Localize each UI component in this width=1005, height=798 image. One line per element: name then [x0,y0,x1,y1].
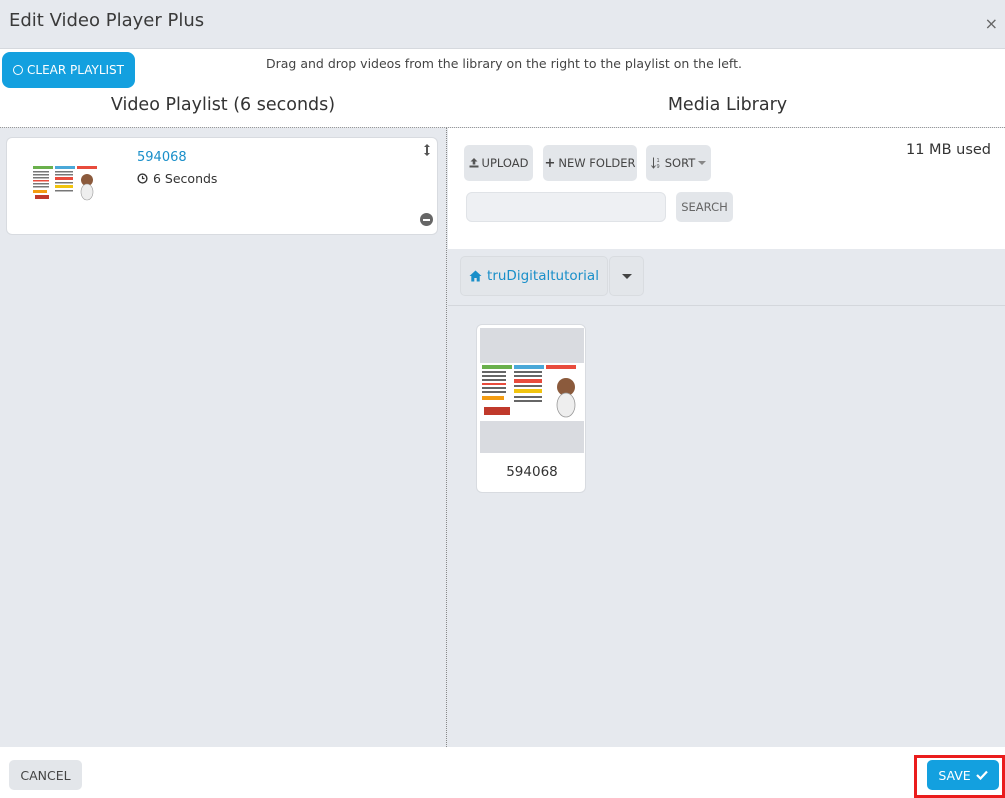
library-toolbar: UPLOAD + NEW FOLDER 1 9 SORT 11 MB used … [448,128,1005,249]
folder-name: truDigitaltutorial [487,268,599,284]
close-icon[interactable]: × [985,14,998,33]
media-item[interactable]: 594068 [476,324,586,493]
folder-breadcrumb[interactable]: truDigitaltutorial [460,256,608,296]
sort-label: SORT [664,156,696,170]
folder-dropdown-button[interactable] [609,256,644,296]
caret-down-icon [621,273,632,279]
drag-drop-hint: Drag and drop videos from the library on… [266,56,742,71]
sort-icon: 1 9 [650,157,659,169]
folder-bar: truDigitaltutorial [448,249,1005,306]
search-input[interactable] [466,192,666,222]
playlist-pane[interactable]: 594068 6 Seconds [0,127,447,747]
media-item-name: 594068 [506,464,558,480]
plus-icon: + [544,155,556,171]
new-folder-button[interactable]: + NEW FOLDER [543,145,637,181]
upload-icon [469,158,479,168]
circle-icon [13,65,23,75]
dialog-title: Edit Video Player Plus [9,10,205,31]
top-bar: CLEAR PLAYLIST Drag and drop videos from… [0,49,1005,127]
caret-down-icon [698,161,707,165]
duration-label: 6 Seconds [153,171,218,186]
check-icon [975,770,988,780]
media-thumbnail-image [480,363,584,421]
dialog-header: Edit Video Player Plus × [0,0,1005,49]
playlist-item[interactable]: 594068 6 Seconds [6,137,438,235]
upload-button[interactable]: UPLOAD [464,145,533,181]
save-button[interactable]: SAVE [927,760,999,790]
remove-icon[interactable] [420,213,433,226]
sort-button[interactable]: 1 9 SORT [646,145,711,181]
svg-text:9: 9 [656,164,659,169]
dialog-footer: CANCEL SAVE [0,747,1005,798]
save-label: SAVE [938,767,971,783]
media-library-pane: UPLOAD + NEW FOLDER 1 9 SORT 11 MB used … [448,127,1005,747]
cancel-button[interactable]: CANCEL [9,760,82,790]
search-button[interactable]: SEARCH [676,192,733,222]
playlist-item-thumbnail [31,162,103,204]
playlist-item-name[interactable]: 594068 [137,150,187,165]
storage-usage: 11 MB used [906,142,991,158]
media-item-thumbnail [480,328,584,453]
drag-handle-icon[interactable] [423,143,431,157]
upload-label: UPLOAD [481,156,529,170]
clear-playlist-label: CLEAR PLAYLIST [27,63,124,77]
library-heading: Media Library [667,95,788,115]
playlist-heading: Video Playlist (6 seconds) [110,95,336,115]
clear-playlist-button[interactable]: CLEAR PLAYLIST [2,52,135,88]
home-icon [469,270,482,282]
playlist-item-duration: 6 Seconds [137,171,217,186]
clock-icon [137,173,148,184]
new-folder-label: NEW FOLDER [558,156,636,170]
